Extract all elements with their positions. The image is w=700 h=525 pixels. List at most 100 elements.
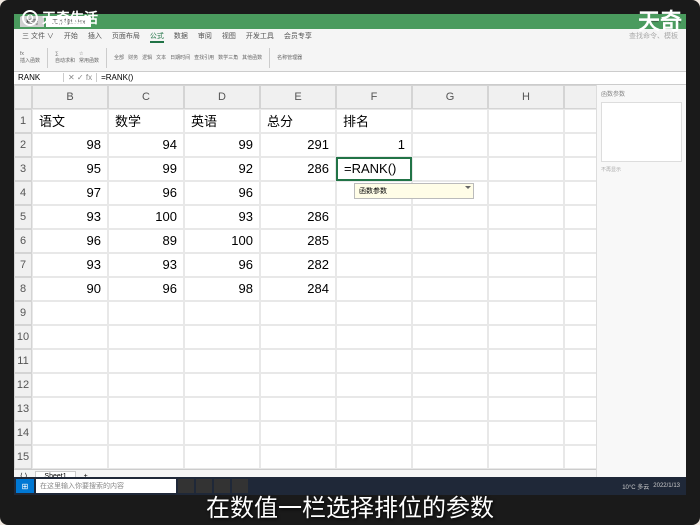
cell[interactable]: [564, 253, 596, 277]
row-header[interactable]: 4: [14, 181, 32, 205]
cell[interactable]: [564, 205, 596, 229]
cell[interactable]: 285: [260, 229, 336, 253]
cell[interactable]: 90: [32, 277, 108, 301]
tool-used[interactable]: ☆常用函数: [79, 51, 99, 64]
cell[interactable]: 96: [108, 181, 184, 205]
cell[interactable]: [488, 253, 564, 277]
row-header[interactable]: 5: [14, 205, 32, 229]
fx-controls[interactable]: ✕ ✓ fx: [64, 73, 97, 82]
cell[interactable]: 282: [260, 253, 336, 277]
cell[interactable]: 99: [184, 133, 260, 157]
row-header[interactable]: 15: [14, 445, 32, 469]
col-header-H[interactable]: H: [488, 85, 564, 109]
cell[interactable]: 96: [184, 181, 260, 205]
cell[interactable]: 99: [108, 157, 184, 181]
cell[interactable]: 93: [32, 205, 108, 229]
cell[interactable]: [260, 181, 336, 205]
cell[interactable]: 96: [108, 277, 184, 301]
tool-finance[interactable]: 财务: [128, 54, 138, 61]
tool-fx[interactable]: fx插入函数: [20, 51, 40, 64]
cell[interactable]: 96: [32, 229, 108, 253]
cell[interactable]: [564, 157, 596, 181]
cell[interactable]: 97: [32, 181, 108, 205]
row-header[interactable]: 1: [14, 109, 32, 133]
row-header[interactable]: 14: [14, 421, 32, 445]
cell[interactable]: [488, 157, 564, 181]
cell[interactable]: 96: [184, 253, 260, 277]
cell[interactable]: [336, 253, 412, 277]
select-all-corner[interactable]: [14, 85, 32, 109]
formula-input[interactable]: =RANK(): [97, 73, 686, 82]
function-tooltip[interactable]: 函数参数: [354, 183, 474, 199]
cell[interactable]: [564, 277, 596, 301]
col-header-C[interactable]: C: [108, 85, 184, 109]
system-tray[interactable]: 10°C 多云 2022/1/13: [622, 482, 684, 491]
cell[interactable]: [412, 157, 488, 181]
ribbon-tab-home[interactable]: 开始: [64, 31, 78, 43]
cell[interactable]: [564, 181, 596, 205]
tool-other[interactable]: 其他函数: [242, 54, 262, 61]
cell[interactable]: [336, 229, 412, 253]
cell[interactable]: 总分: [260, 109, 336, 133]
cell[interactable]: 95: [32, 157, 108, 181]
cell[interactable]: 98: [32, 133, 108, 157]
cell[interactable]: 93: [184, 205, 260, 229]
cell[interactable]: [336, 277, 412, 301]
tool-all[interactable]: 全部: [114, 54, 124, 61]
cell[interactable]: [412, 277, 488, 301]
cell[interactable]: 94: [108, 133, 184, 157]
ribbon-tab-insert[interactable]: 插入: [88, 31, 102, 43]
ribbon-tab-review[interactable]: 审阅: [198, 31, 212, 43]
cell[interactable]: [412, 133, 488, 157]
cell[interactable]: 排名: [336, 109, 412, 133]
cell[interactable]: 1: [336, 133, 412, 157]
cell[interactable]: [488, 277, 564, 301]
cell[interactable]: [412, 253, 488, 277]
ribbon-tab-layout[interactable]: 页面布局: [112, 31, 140, 43]
cell[interactable]: 291: [260, 133, 336, 157]
tool-text[interactable]: 文本: [156, 54, 166, 61]
tool-math[interactable]: 数学三角: [218, 54, 238, 61]
cell[interactable]: [564, 133, 596, 157]
row-header[interactable]: 11: [14, 349, 32, 373]
row-header[interactable]: 7: [14, 253, 32, 277]
ribbon-tab-formula[interactable]: 公式: [150, 31, 164, 43]
cell[interactable]: 93: [32, 253, 108, 277]
cell[interactable]: [488, 205, 564, 229]
cell[interactable]: [488, 109, 564, 133]
row-header[interactable]: 3: [14, 157, 32, 181]
tool-logic[interactable]: 逻辑: [142, 54, 152, 61]
cell[interactable]: [412, 205, 488, 229]
tool-date[interactable]: 日期时间: [170, 54, 190, 61]
spreadsheet-grid[interactable]: B C D E F G H I 1 语文 数学 英语 总分 排名 2: [14, 85, 596, 469]
cell[interactable]: [412, 109, 488, 133]
cell[interactable]: 100: [184, 229, 260, 253]
active-cell[interactable]: =RANK(): [336, 157, 412, 181]
name-box[interactable]: RANK: [14, 73, 64, 82]
taskbar-search[interactable]: 在这里输入你要搜索的内容: [36, 479, 176, 493]
cell[interactable]: 英语: [184, 109, 260, 133]
col-header-D[interactable]: D: [184, 85, 260, 109]
row-header[interactable]: 10: [14, 325, 32, 349]
cell[interactable]: 89: [108, 229, 184, 253]
ribbon-tab-file[interactable]: 三 文件 ∨: [22, 31, 54, 43]
ribbon-tab-data[interactable]: 数据: [174, 31, 188, 43]
cell[interactable]: 语文: [32, 109, 108, 133]
row-header[interactable]: 8: [14, 277, 32, 301]
cell[interactable]: 286: [260, 205, 336, 229]
cell[interactable]: [564, 109, 596, 133]
start-button[interactable]: ⊞: [16, 479, 34, 493]
cell[interactable]: 284: [260, 277, 336, 301]
cell[interactable]: [488, 133, 564, 157]
cell[interactable]: [336, 205, 412, 229]
cell[interactable]: 98: [184, 277, 260, 301]
ribbon-tab-dev[interactable]: 开发工具: [246, 31, 274, 43]
tool-sum[interactable]: ∑自动求和: [55, 51, 75, 64]
cell[interactable]: [564, 229, 596, 253]
cell[interactable]: 92: [184, 157, 260, 181]
task-icon[interactable]: [178, 479, 194, 493]
cell[interactable]: 286: [260, 157, 336, 181]
row-header[interactable]: 12: [14, 373, 32, 397]
row-header[interactable]: 6: [14, 229, 32, 253]
tool-name[interactable]: 名称管理器: [277, 54, 302, 61]
